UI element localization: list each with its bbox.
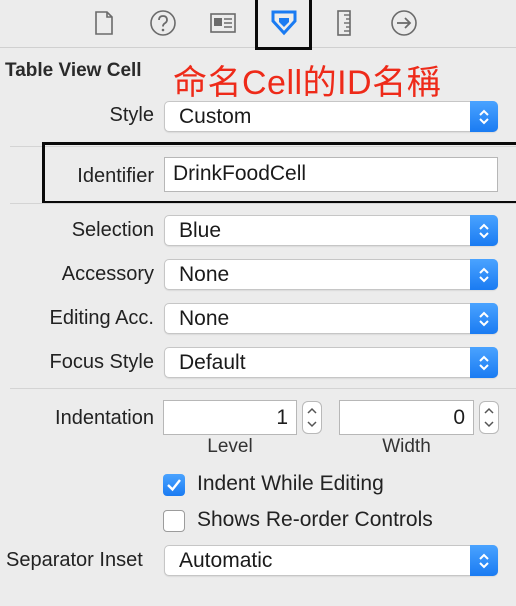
shows-reorder-label: Shows Re-order Controls bbox=[197, 508, 433, 531]
indentation-width-field[interactable]: 0 bbox=[339, 400, 474, 435]
accessory-popup[interactable]: None bbox=[164, 259, 498, 290]
indentation-width-stepper[interactable] bbox=[479, 401, 499, 434]
indentation-label: Indentation bbox=[55, 407, 154, 429]
indentation-width-value: 0 bbox=[453, 406, 465, 429]
checkmark-icon bbox=[167, 479, 181, 492]
chevron-up-down-icon bbox=[470, 545, 498, 576]
selection-value: Blue bbox=[179, 219, 222, 242]
chevron-up-down-icon bbox=[470, 347, 498, 378]
divider bbox=[10, 203, 516, 204]
selection-popup[interactable]: Blue bbox=[164, 215, 498, 246]
annotation-text: 命名Cell的ID名稱 bbox=[173, 64, 442, 102]
size-inspector-icon[interactable] bbox=[329, 6, 359, 40]
chevron-up-down-icon bbox=[470, 215, 498, 246]
style-value: Custom bbox=[179, 105, 252, 128]
chevron-up-down-icon bbox=[470, 259, 498, 290]
separator-inset-value: Automatic bbox=[179, 549, 273, 572]
style-label: Style bbox=[109, 104, 154, 126]
shows-reorder-checkbox[interactable] bbox=[163, 510, 185, 532]
style-popup[interactable]: Custom bbox=[164, 101, 498, 132]
indentation-width-label: Width bbox=[382, 436, 431, 457]
connections-inspector-icon[interactable] bbox=[389, 6, 419, 40]
indentation-level-value: 1 bbox=[276, 406, 288, 429]
identifier-label: Identifier bbox=[77, 165, 154, 187]
identifier-field[interactable]: DrinkFoodCell bbox=[164, 157, 498, 192]
selection-label: Selection bbox=[71, 219, 154, 241]
identifier-value: DrinkFoodCell bbox=[173, 162, 307, 185]
editing-accessory-label: Editing Acc. bbox=[49, 307, 154, 329]
accessory-label: Accessory bbox=[61, 263, 154, 285]
chevron-up-down-icon bbox=[470, 101, 498, 132]
quick-help-icon[interactable] bbox=[148, 6, 178, 40]
focus-style-value: Default bbox=[179, 351, 246, 374]
accessory-value: None bbox=[179, 263, 230, 286]
indent-while-editing-label: Indent While Editing bbox=[197, 472, 384, 495]
file-inspector-icon[interactable] bbox=[89, 6, 119, 40]
indentation-level-label: Level bbox=[207, 436, 253, 457]
separator-inset-popup[interactable]: Automatic bbox=[164, 545, 498, 576]
indent-while-editing-checkbox[interactable] bbox=[163, 474, 185, 496]
indentation-level-field[interactable]: 1 bbox=[163, 400, 297, 435]
indentation-level-stepper[interactable] bbox=[302, 401, 322, 434]
editing-accessory-popup[interactable]: None bbox=[164, 303, 498, 334]
chevron-up-down-icon bbox=[470, 303, 498, 334]
inspector-toolbar bbox=[0, 0, 516, 50]
divider bbox=[10, 388, 516, 389]
focus-style-popup[interactable]: Default bbox=[164, 347, 498, 378]
identity-inspector-icon[interactable] bbox=[208, 6, 238, 40]
separator-inset-label: Separator Inset bbox=[6, 549, 143, 571]
editing-accessory-value: None bbox=[179, 307, 230, 330]
selected-tab-highlight bbox=[255, 0, 312, 50]
focus-style-label: Focus Style bbox=[49, 351, 154, 373]
section-title: Table View Cell bbox=[5, 60, 142, 81]
